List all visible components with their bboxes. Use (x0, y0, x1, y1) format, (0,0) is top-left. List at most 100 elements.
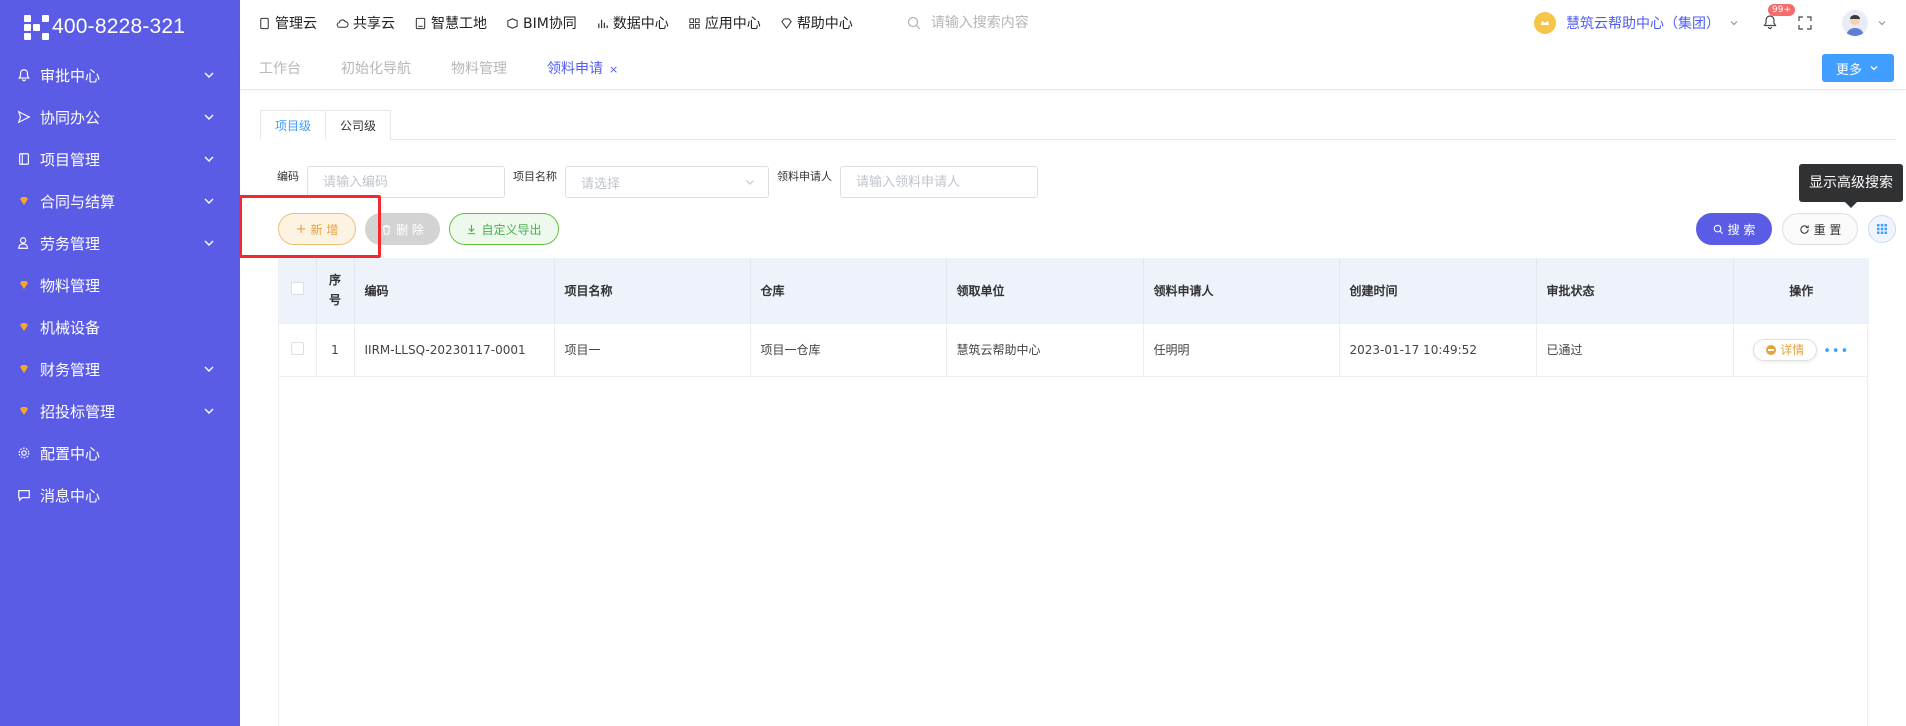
gem-icon (16, 361, 32, 377)
top-link-bim[interactable]: BIM协同 (506, 13, 577, 33)
top-link-app-center[interactable]: 应用中心 (688, 13, 761, 33)
applicant-input[interactable] (840, 166, 1038, 198)
cell-index: 1 (316, 323, 355, 377)
top-link-smart-site[interactable]: 智慧工地 (414, 13, 487, 33)
row-checkbox[interactable] (290, 341, 304, 355)
phone-icon (260, 17, 269, 29)
reset-button[interactable]: 重 置 (1782, 213, 1858, 245)
sidebar-item-material[interactable]: 物料管理 (0, 264, 240, 306)
cell-approval-status: 已通过 (1536, 323, 1734, 377)
sidebar-item-contract[interactable]: 合同与结算 (0, 180, 240, 222)
download-icon (468, 224, 476, 234)
tab-project-level[interactable]: 项目级 (260, 110, 327, 140)
detail-icon (1766, 344, 1777, 355)
global-search-input[interactable] (930, 15, 1131, 31)
sidebar-item-approval[interactable]: 审批中心 (0, 54, 240, 96)
sidebar-item-messages[interactable]: 消息中心 (0, 474, 240, 516)
chevron-down-icon[interactable] (1876, 17, 1888, 29)
cell-code: IIRM-LLSQ-20230117-0001 (354, 323, 555, 377)
filter-row: 编码 项目名称 请选择 领料申请人 (277, 166, 1038, 198)
sidebar-item-config[interactable]: 配置中心 (0, 432, 240, 474)
more-button[interactable]: 更多 (1822, 54, 1894, 82)
requisition-table: 序号 编码 项目名称 仓库 领取单位 领料申请人 创建时间 审批状态 操作 1 … (278, 258, 1869, 726)
col-receiving-unit: 领取单位 (946, 258, 1144, 324)
project-name-label: 项目名称 (513, 170, 557, 183)
advanced-search-tooltip: 显示高级搜索 (1799, 164, 1903, 208)
sidebar-item-collab[interactable]: 协同办公 (0, 96, 240, 138)
bell-icon (1763, 15, 1777, 30)
sidebar-item-label: 配置中心 (40, 444, 101, 463)
project-select-placeholder: 请选择 (581, 176, 621, 192)
top-link-label: 应用中心 (704, 16, 761, 32)
grid-icon (1877, 224, 1887, 234)
trash-icon (382, 224, 391, 235)
applicant-label: 领料申请人 (777, 170, 832, 183)
tab-init-navigation[interactable]: 初始化导航 (341, 58, 411, 78)
diamond-icon (781, 17, 792, 29)
top-link-help-center[interactable]: 帮助中心 (780, 13, 853, 33)
chevron-down-icon[interactable] (1728, 17, 1740, 29)
close-icon[interactable]: × (609, 63, 618, 76)
code-input[interactable] (307, 166, 505, 198)
book-icon (415, 17, 426, 29)
gem-icon (16, 403, 32, 419)
notification-badge: 99+ (1768, 4, 1795, 16)
sidebar-item-labor[interactable]: 劳务管理 (0, 222, 240, 264)
table-row[interactable]: 1 IIRM-LLSQ-20230117-0001 项目一 项目一仓库 慧筑云帮… (279, 323, 1869, 377)
avatar[interactable] (1842, 10, 1868, 36)
delete-button[interactable]: 删 除 (365, 213, 440, 245)
sidebar-item-bidding[interactable]: 招投标管理 (0, 390, 240, 432)
chevron-down-icon (204, 366, 214, 372)
code-label: 编码 (277, 170, 299, 183)
sidebar-item-label: 项目管理 (40, 150, 101, 169)
chevron-down-icon (204, 114, 214, 120)
custom-export-button[interactable]: 自定义导出 (449, 213, 559, 245)
add-button[interactable]: + 新 增 (278, 213, 356, 245)
logo-icon (24, 14, 49, 40)
refresh-icon (1799, 224, 1809, 234)
sidebar-item-label: 审批中心 (40, 66, 101, 85)
sidebar-item-machinery[interactable]: 机械设备 (0, 306, 240, 348)
brand[interactable]: 400-8228-321 (0, 0, 240, 54)
notifications-button[interactable]: 99+ (1762, 4, 1795, 32)
gem-icon (16, 319, 32, 335)
sidebar-item-label: 招投标管理 (40, 402, 116, 421)
advanced-search-toggle[interactable] (1868, 215, 1896, 243)
sidebar-item-project[interactable]: 项目管理 (0, 138, 240, 180)
project-name-select[interactable]: 请选择 (565, 166, 769, 198)
detail-label: 详情 (1780, 343, 1805, 357)
top-link-shared-cloud[interactable]: 共享云 (336, 13, 395, 33)
select-all-checkbox[interactable] (290, 282, 304, 296)
cell-warehouse: 项目一仓库 (750, 323, 947, 377)
top-link-data-center[interactable]: 数据中心 (596, 13, 669, 33)
chevron-down-icon (204, 408, 214, 414)
top-link-management-cloud[interactable]: 管理云 (258, 13, 317, 33)
cell-applicant: 任明明 (1143, 323, 1340, 377)
cell-receiving-unit: 慧筑云帮助中心 (946, 323, 1144, 377)
delete-label: 删 除 (396, 222, 424, 237)
top-link-label: 数据中心 (612, 16, 669, 32)
sidebar-item-finance[interactable]: 财务管理 (0, 348, 240, 390)
col-code: 编码 (354, 258, 555, 324)
worker-icon (16, 235, 32, 251)
message-icon (16, 487, 32, 503)
search-button[interactable]: 搜 索 (1696, 213, 1772, 245)
more-actions-icon[interactable]: ••• (1823, 344, 1849, 359)
tab-company-level[interactable]: 公司级 (326, 110, 392, 140)
chevron-down-icon (746, 180, 754, 185)
top-search (907, 15, 1131, 31)
book-icon (16, 151, 32, 167)
gear-icon (16, 445, 32, 461)
bell-icon (16, 67, 32, 83)
fullscreen-icon[interactable] (1798, 16, 1812, 30)
tab-workbench[interactable]: 工作台 (259, 58, 301, 78)
org-switcher[interactable]: 慧筑云帮助中心（集团） (1566, 13, 1720, 33)
more-label: 更多 (1835, 62, 1862, 78)
tab-material-requisition[interactable]: 领料申请 × (547, 58, 618, 78)
gem-icon (16, 277, 32, 293)
cell-project-name: 项目一 (554, 323, 751, 377)
detail-button[interactable]: 详情 (1753, 338, 1818, 361)
main-content: 项目级 公司级 编码 项目名称 请选择 领料申请人 +新 增 删 除 自定义导出… (260, 110, 1896, 726)
brand-phone: 400-8228-321 (52, 15, 186, 38)
tab-material-management[interactable]: 物料管理 (451, 58, 507, 78)
